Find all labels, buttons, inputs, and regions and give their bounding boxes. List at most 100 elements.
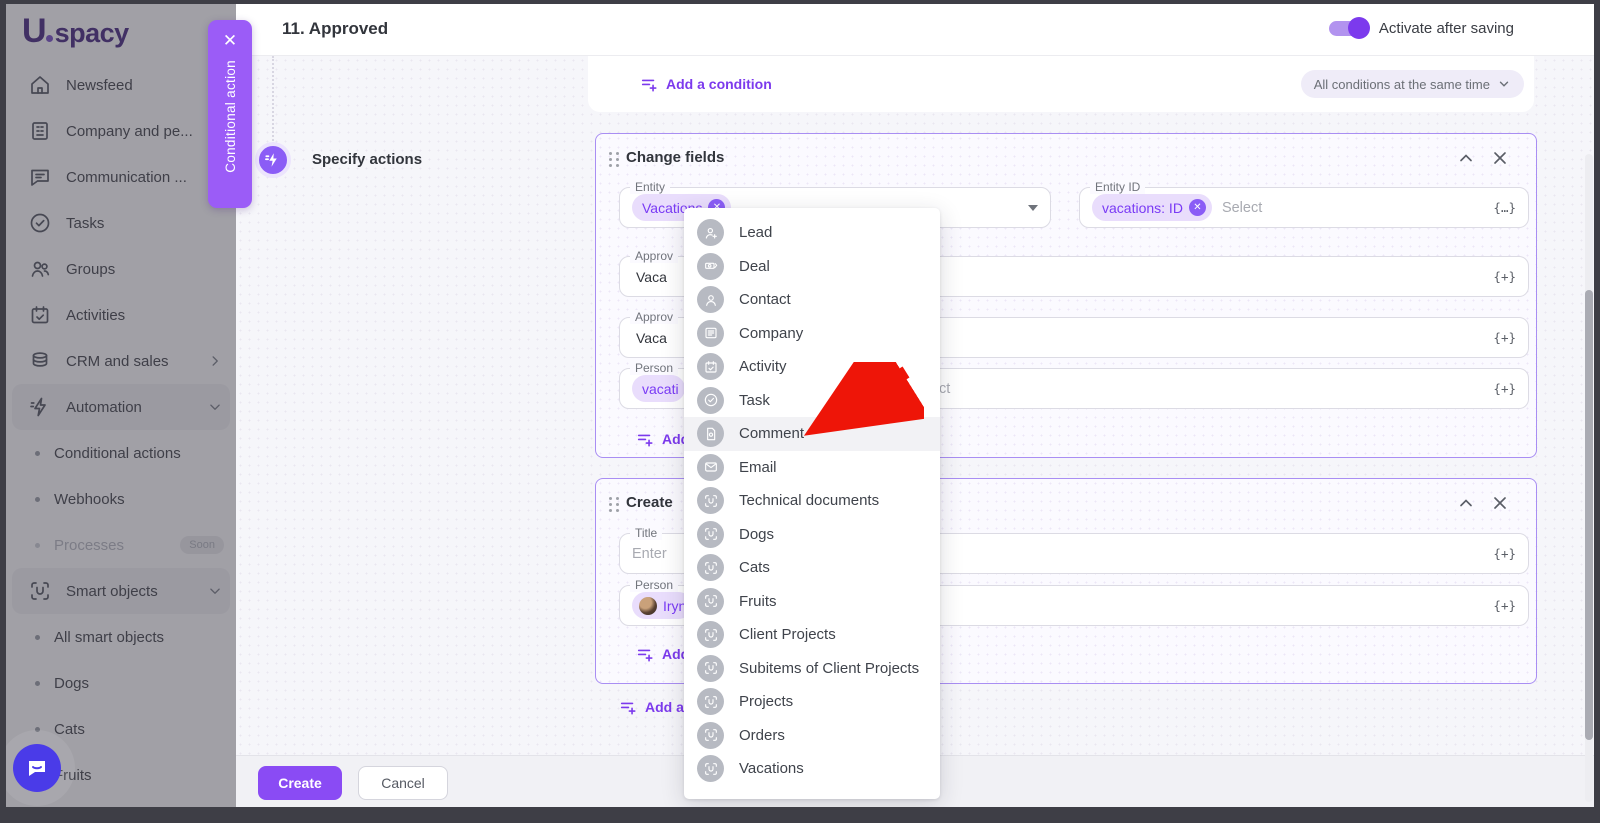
add-field-link[interactable]: Add [636,645,689,663]
smart-object-icon [697,554,724,581]
drag-handle-icon[interactable] [609,497,620,512]
dropdown-arrow-icon[interactable] [1028,205,1038,211]
dropdown-item-label: Task [739,392,770,409]
dropdown-item-company[interactable]: Company [684,317,940,351]
comment-icon [697,420,724,447]
collapse-icon[interactable] [1456,148,1476,168]
dropdown-item-task[interactable]: Task [684,384,940,418]
variable-picker-icon[interactable]: {+} [1493,330,1516,345]
conditions-panel: Add a condition All conditions at the sa… [588,56,1534,112]
cancel-button[interactable]: Cancel [358,766,448,800]
filter-plus-icon [640,75,658,93]
window-frame: U spacy NewsfeedCompany and pe...Communi… [0,0,1600,823]
company-icon [697,320,724,347]
variable-picker-icon[interactable]: {+} [1493,546,1516,561]
conditional-action-drawer-tab: ✕ Conditional action [208,20,252,208]
entity-dropdown: LeadDeal Contact Company Activity Task Commen… [684,208,940,799]
field-label: Approv [630,310,678,324]
card-title: Change fields [626,149,724,166]
dropdown-item-label: Activity [739,358,787,375]
dropdown-item-email[interactable]: Email [684,451,940,485]
support-chat-button[interactable] [13,744,61,792]
dropdown-item-dogs[interactable]: Dogs [684,518,940,552]
chevron-down-icon [1497,77,1511,91]
activity-icon [697,353,724,380]
smart-object-icon [697,588,724,615]
dropdown-item-label: Vacations [739,760,804,777]
activate-toggle[interactable] [1329,21,1367,36]
dropdown-item-comment[interactable]: Comment [684,417,940,451]
conditions-mode-select[interactable]: All conditions at the same time [1301,70,1524,98]
smart-object-icon [697,521,724,548]
drawer-tab-label: Conditional action [223,60,238,173]
chat-bubble-icon [25,756,49,780]
dropdown-item-label: Cats [739,559,770,576]
dropdown-item-label: Client Projects [739,626,836,643]
smart-object-icon [697,487,724,514]
entity-id-field[interactable]: Entity ID vacations: ID ✕ Select {…} [1079,187,1529,228]
add-action-link[interactable]: Add an [619,698,692,716]
close-icon[interactable] [1490,148,1510,168]
add-field-link[interactable]: Add [636,430,689,448]
field-label: Person [630,361,678,375]
modal-dim-overlay [6,4,236,807]
field-label: Entity [630,180,670,194]
task-icon [697,387,724,414]
email-icon [697,454,724,481]
dropdown-item-activity[interactable]: Activity [684,350,940,384]
toggle-knob-icon [1348,17,1370,39]
variable-picker-icon[interactable]: {+} [1493,269,1516,284]
person-chip[interactable]: vacati [632,375,685,402]
page-header: 11. Approved Activate after saving [236,4,1594,56]
smart-object-icon [697,722,724,749]
dropdown-item-label: Projects [739,693,793,710]
field-placeholder: Select [1222,200,1262,216]
vertical-scrollbar [1585,154,1593,802]
dropdown-item-projects[interactable]: Projects [684,685,940,719]
drag-handle-icon[interactable] [609,152,620,167]
add-condition-link[interactable]: Add a condition [640,75,772,93]
field-value: Vaca [636,330,667,346]
dropdown-item-subitems-of-client-projects[interactable]: Subitems of Client Projects [684,652,940,686]
create-button[interactable]: Create [258,766,342,800]
contact-icon [697,286,724,313]
smart-object-icon [697,655,724,682]
scrollbar-thumb[interactable] [1585,290,1593,740]
field-label: Approv [630,249,678,263]
dropdown-item-contact[interactable]: Contact [684,283,940,317]
dropdown-item-fruits[interactable]: Fruits [684,585,940,619]
dropdown-item-orders[interactable]: Orders [684,719,940,753]
collapse-icon[interactable] [1456,493,1476,513]
dropdown-item-vacations[interactable]: Vacations [684,752,940,786]
dropdown-item-client-projects[interactable]: Client Projects [684,618,940,652]
close-icon[interactable]: ✕ [223,32,237,50]
variable-picker-icon[interactable]: {+} [1493,381,1516,396]
dropdown-item-deal[interactable]: Deal [684,250,940,284]
variable-picker-icon[interactable]: {…} [1493,200,1516,215]
entity-id-chip[interactable]: vacations: ID ✕ [1092,194,1212,221]
close-icon[interactable] [1490,493,1510,513]
field-label: Entity ID [1090,180,1145,194]
dropdown-item-technical-documents[interactable]: Technical documents [684,484,940,518]
dropdown-item-lead[interactable]: Lead [684,216,940,250]
dropdown-item-label: Email [739,459,777,476]
dropdown-item-label: Dogs [739,526,774,543]
app-screen: U spacy NewsfeedCompany and pe...Communi… [6,4,1594,807]
dropdown-item-label: Contact [739,291,791,308]
dropdown-item-cats[interactable]: Cats [684,551,940,585]
avatar [639,597,657,615]
page-title: 11. Approved [282,19,388,39]
activate-toggle-label: Activate after saving [1379,20,1514,37]
smart-object-icon [697,688,724,715]
dropdown-item-label: Subitems of Client Projects [739,660,919,677]
dropdown-item-label: Technical documents [739,492,879,509]
variable-picker-icon[interactable]: {+} [1493,598,1516,613]
chip-remove-icon[interactable]: ✕ [1189,199,1206,216]
smart-object-icon [697,755,724,782]
smart-object-icon [697,621,724,648]
dropdown-item-label: Orders [739,727,785,744]
actions-step-icon [255,142,291,178]
dropdown-item-label: Comment [739,425,804,442]
dropdown-item-label: Company [739,325,803,342]
field-label: Title [630,526,662,540]
